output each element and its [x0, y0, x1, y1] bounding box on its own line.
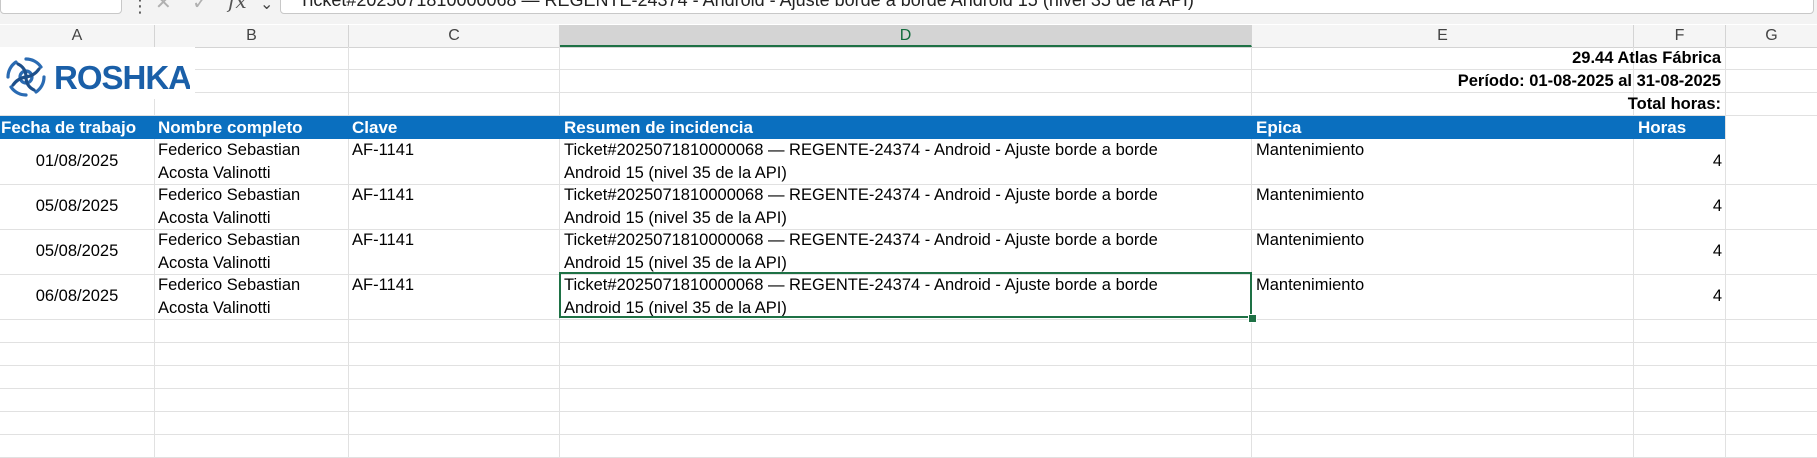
cell-resumen-line2[interactable]: Android 15 (nivel 35 de la API) [564, 162, 787, 185]
column-header-e[interactable]: E [1252, 25, 1634, 47]
column-header-a[interactable]: A [0, 25, 155, 47]
cell-nombre-line2[interactable]: Acosta Valinotti [158, 162, 271, 185]
cell-epica[interactable]: Mantenimiento [1256, 184, 1364, 207]
cell-horas[interactable]: 4 [1634, 285, 1722, 308]
header-nombre[interactable]: Nombre completo [158, 116, 303, 139]
cell-horas[interactable]: 4 [1634, 150, 1722, 173]
svg-text:ROSHKA: ROSHKA [54, 59, 190, 96]
cell-resumen-line1[interactable]: Ticket#2025071810000068 — REGENTE-24374 … [564, 184, 1158, 207]
column-header-d[interactable]: D [560, 25, 1252, 47]
cell-resumen-line2[interactable]: Android 15 (nivel 35 de la API) [564, 207, 787, 230]
name-box[interactable]: ⌄ [0, 0, 122, 14]
cell-horas[interactable]: 4 [1634, 195, 1722, 218]
cell-resumen-line1[interactable]: Ticket#2025071810000068 — REGENTE-24374 … [564, 139, 1158, 162]
cell-nombre-line2[interactable]: Acosta Valinotti [158, 207, 271, 230]
cell-nombre-line2[interactable]: Acosta Valinotti [158, 252, 271, 275]
cancel-icon[interactable]: ✕ [155, 0, 172, 12]
cell-nombre-line1[interactable]: Federico Sebastian [158, 229, 300, 252]
cell-clave[interactable]: AF-1141 [352, 274, 414, 297]
header-clave[interactable]: Clave [352, 116, 397, 139]
roshka-logo: ROSHKA [6, 57, 190, 97]
chevron-down-icon[interactable]: ⌄ [260, 0, 273, 12]
column-header-g[interactable]: G [1726, 25, 1817, 47]
enter-icon[interactable]: ✓ [192, 0, 209, 12]
active-cell-selection[interactable] [559, 272, 1252, 318]
cell-resumen-line1[interactable]: Ticket#2025071810000068 — REGENTE-24374 … [564, 229, 1158, 252]
cell-horas[interactable]: 4 [1634, 240, 1722, 263]
cell-epica[interactable]: Mantenimiento [1256, 139, 1364, 162]
report-period[interactable]: Período: 01-08-2025 al 31-08-2025 [1458, 70, 1721, 93]
formula-input[interactable]: Ticket#2025071810000068 — REGENTE-24374 … [280, 0, 1814, 14]
cell-fecha[interactable]: 05/08/2025 [0, 195, 154, 218]
cell-epica[interactable]: Mantenimiento [1256, 229, 1364, 252]
report-title[interactable]: 29.44 Atlas Fábrica [1572, 47, 1721, 70]
more-options-icon[interactable]: ⋮ [131, 0, 149, 16]
header-resumen[interactable]: Resumen de incidencia [564, 116, 753, 139]
column-header-c[interactable]: C [349, 25, 560, 47]
spreadsheet-grid[interactable]: ROSHKA 29.44 Atlas Fábrica Período: 01-0… [0, 47, 1817, 458]
header-horas[interactable]: Horas [1638, 116, 1686, 139]
column-header-b[interactable]: B [155, 25, 349, 47]
formula-bar: ⌄ ⋮ ✕ ✓ fx ⌄ Ticket#2025071810000068 — R… [0, 0, 1817, 24]
column-header-bar: A B C D E F G [0, 25, 1817, 48]
cell-clave[interactable]: AF-1141 [352, 184, 414, 207]
header-epica[interactable]: Epica [1256, 116, 1301, 139]
chevron-down-icon[interactable]: ⌄ [97, 0, 110, 3]
cell-fecha[interactable]: 01/08/2025 [0, 150, 154, 173]
header-fecha[interactable]: Fecha de trabajo [1, 116, 136, 139]
insert-function-icon[interactable]: fx [228, 0, 247, 11]
cell-clave[interactable]: AF-1141 [352, 229, 414, 252]
report-total-hours-label[interactable]: Total horas: [1628, 93, 1721, 116]
fill-handle[interactable] [1248, 314, 1257, 323]
column-header-f[interactable]: F [1634, 25, 1726, 47]
logo-mark-icon [6, 57, 46, 97]
cell-clave[interactable]: AF-1141 [352, 139, 414, 162]
cell-nombre-line1[interactable]: Federico Sebastian [158, 274, 300, 297]
cell-fecha[interactable]: 05/08/2025 [0, 240, 154, 263]
cell-epica[interactable]: Mantenimiento [1256, 274, 1364, 297]
cell-nombre-line1[interactable]: Federico Sebastian [158, 184, 300, 207]
cell-nombre-line2[interactable]: Acosta Valinotti [158, 297, 271, 320]
cell-fecha[interactable]: 06/08/2025 [0, 285, 154, 308]
cell-nombre-line1[interactable]: Federico Sebastian [158, 139, 300, 162]
